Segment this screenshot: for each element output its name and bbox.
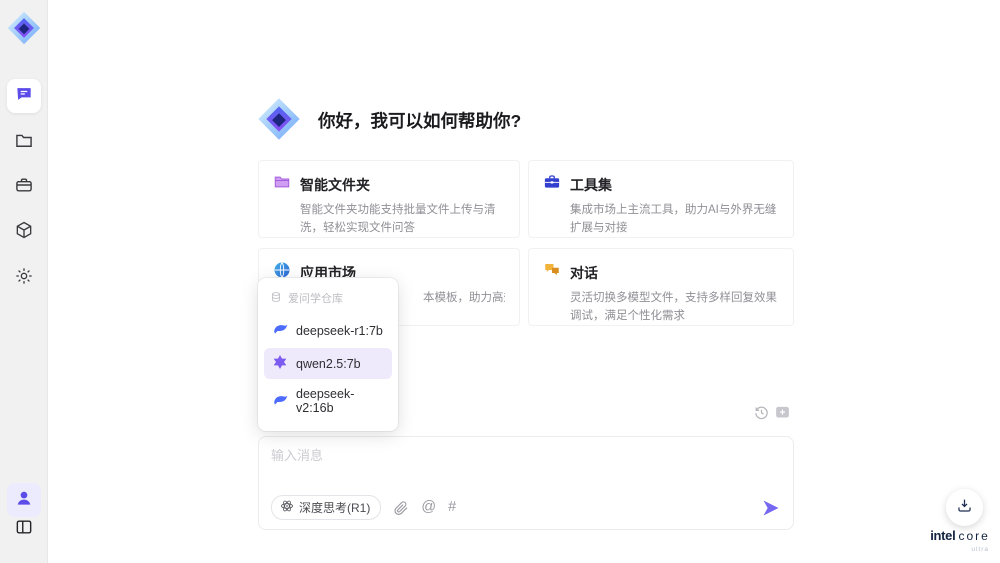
model-option-label: deepseek-r1:7b — [296, 323, 383, 338]
greeting-logo-icon — [256, 96, 302, 142]
dialog-bubbles-icon — [543, 261, 561, 284]
repository-icon — [270, 291, 282, 306]
model-dropdown-header-label: 爱问学仓库 — [288, 293, 343, 305]
sidebar-item-settings[interactable] — [7, 261, 41, 295]
attach-file-button[interactable] — [393, 500, 409, 516]
intel-brand-text: intel — [930, 528, 956, 543]
app-window: 你好，我可以如何帮助你? 智能文件夹 智能文件夹功能支持批量文件上传与清洗，轻松… — [0, 0, 1000, 563]
message-composer: 深度思考(R1) @ # — [258, 436, 794, 530]
gear-icon — [14, 266, 34, 291]
user-icon — [14, 488, 34, 513]
model-option-label: deepseek-v2:16b — [296, 387, 355, 415]
hash-icon[interactable]: # — [448, 500, 456, 515]
send-button[interactable] — [761, 498, 781, 518]
cube-icon — [14, 220, 34, 245]
atom-icon — [280, 499, 294, 516]
qwen-icon — [272, 354, 288, 373]
deep-think-toggle[interactable]: 深度思考(R1) — [271, 495, 382, 520]
smart-folder-icon — [273, 173, 291, 196]
intel-tier-text: ultra — [971, 546, 989, 553]
model-option-qwen[interactable]: qwen2.5:7b — [264, 348, 392, 379]
sidebar-item-chat[interactable] — [7, 79, 41, 113]
model-dropdown: 爱问学仓库 deepseek-r1:7b qwen2.5:7b deepseek… — [258, 278, 398, 431]
model-option-deepseek-r1[interactable]: deepseek-r1:7b — [264, 315, 392, 346]
card-title: 智能文件夹 — [300, 176, 370, 193]
model-option-label: qwen2.5:7b — [296, 356, 361, 371]
sidebar — [0, 0, 48, 563]
sidebar-item-models[interactable] — [7, 215, 41, 249]
panel-icon — [14, 517, 34, 542]
model-option-deepseek-v2[interactable]: deepseek-v2:16b — [264, 381, 392, 421]
toolset-icon — [543, 173, 561, 196]
card-desc: 智能文件夹功能支持批量文件上传与清洗，轻松实现文件问答 — [300, 204, 496, 234]
card-title: 工具集 — [570, 176, 612, 193]
card-title: 对话 — [570, 264, 598, 281]
history-button[interactable] — [753, 404, 770, 421]
download-icon — [955, 496, 974, 520]
card-desc: 灵活切换多模型文件，支持多样回复效果调试，满足个性化需求 — [570, 292, 777, 322]
sidebar-item-toolbox[interactable] — [7, 170, 41, 204]
briefcase-icon — [14, 175, 34, 200]
at-icon[interactable]: @ — [421, 500, 436, 515]
model-dropdown-header: 爱问学仓库 — [258, 284, 398, 313]
paperclip-icon — [393, 500, 409, 520]
deepseek-whale-icon — [272, 321, 288, 340]
greeting-title: 你好，我可以如何帮助你? — [318, 111, 522, 131]
app-logo-icon — [6, 10, 42, 46]
sidebar-item-folders[interactable] — [7, 125, 41, 159]
card-desc: 集成市场上主流工具，助力AI与外界无缝扩展与对接 — [570, 204, 777, 234]
card-dialog[interactable]: 对话 灵活切换多模型文件，支持多样回复效果调试，满足个性化需求 — [528, 248, 794, 326]
deepseek-whale-icon — [272, 392, 288, 411]
download-button[interactable] — [946, 489, 983, 526]
composer-toolbar: 深度思考(R1) @ # — [271, 495, 781, 520]
new-chat-button[interactable] — [774, 404, 791, 421]
card-smart-folder[interactable]: 智能文件夹 智能文件夹功能支持批量文件上传与清洗，轻松实现文件问答 — [258, 160, 520, 238]
intel-core-badge: intel core ultra — [925, 527, 995, 553]
new-chat-icon — [774, 406, 791, 425]
sidebar-item-collapse-panel[interactable] — [7, 512, 41, 546]
card-toolset[interactable]: 工具集 集成市场上主流工具，助力AI与外界无缝扩展与对接 — [528, 160, 794, 238]
intel-product-text: core — [958, 529, 990, 543]
chat-icon — [14, 84, 34, 109]
history-icon — [753, 406, 770, 425]
message-input[interactable] — [271, 445, 781, 487]
send-icon — [761, 500, 781, 522]
deep-think-label: 深度思考(R1) — [299, 501, 371, 515]
folder-icon — [14, 130, 34, 155]
